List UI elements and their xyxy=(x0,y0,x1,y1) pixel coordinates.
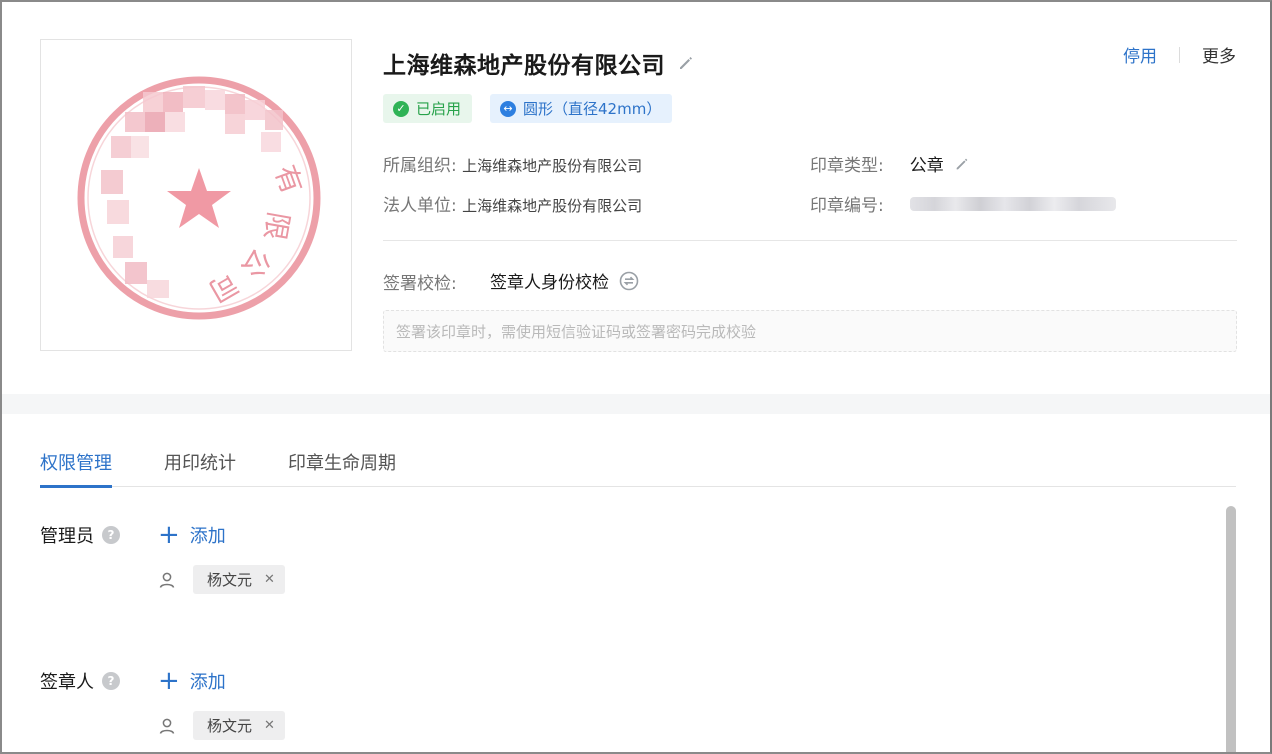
header-actions: 停用 更多 xyxy=(1123,42,1236,67)
user-icon xyxy=(158,571,176,589)
seal-char-3: 公 xyxy=(235,242,278,284)
code-info: 印章编号: xyxy=(810,191,1116,216)
pencil-icon[interactable] xyxy=(954,156,970,172)
scrollbar[interactable] xyxy=(1226,506,1236,752)
org-value: 上海维森地产股份有限公司 xyxy=(462,157,643,175)
seal-char-2: 限 xyxy=(258,209,295,242)
user-chip: 杨文元 ✕ xyxy=(193,565,285,594)
app-frame: 有 限 公 司 上海维森地产股份有限公司 停用 更多 ✓ 已启用 ↔ 圆形（直径… xyxy=(0,0,1272,754)
seal-graphic: 有 限 公 司 xyxy=(77,76,321,320)
plus-icon: + xyxy=(158,666,180,696)
org-label: 所属组织: xyxy=(383,156,457,176)
swap-icon[interactable] xyxy=(619,271,639,291)
badges: ✓ 已启用 ↔ 圆形（直径42mm） xyxy=(383,94,673,123)
legal-label: 法人单位: xyxy=(383,196,457,216)
verify-label: 签署校检: xyxy=(383,274,457,294)
add-signer-button[interactable]: + 添加 xyxy=(158,668,226,694)
more-button[interactable]: 更多 xyxy=(1202,42,1236,67)
help-icon[interactable]: ? xyxy=(102,526,120,544)
info-divider xyxy=(383,240,1237,241)
verify-value-row: 签章人身份校检 xyxy=(490,268,639,293)
legal-info: 法人单位: 上海维森地产股份有限公司 xyxy=(383,191,642,216)
verify-value: 签章人身份校检 xyxy=(490,273,609,293)
signers-label-row: 签章人 ? xyxy=(40,668,120,694)
user-chip-name: 杨文元 xyxy=(207,571,253,589)
plus-icon: + xyxy=(158,520,180,550)
add-admin-button[interactable]: + 添加 xyxy=(158,522,226,548)
status-badge: ✓ 已启用 xyxy=(383,94,473,123)
type-value: 公章 xyxy=(909,156,944,176)
actions-divider xyxy=(1179,46,1180,63)
org-info: 所属组织: 上海维森地产股份有限公司 xyxy=(383,151,642,176)
close-icon[interactable]: ✕ xyxy=(264,572,275,587)
user-chip-name: 杨文元 xyxy=(207,717,253,735)
tab-usage-stats[interactable]: 用印统计 xyxy=(164,449,236,487)
signers-label: 签章人 xyxy=(40,672,94,693)
signer-user-row: 杨文元 ✕ xyxy=(158,711,285,740)
code-value-redacted xyxy=(909,196,1116,211)
check-circle-icon: ✓ xyxy=(393,100,409,117)
add-admin-label: 添加 xyxy=(189,526,226,547)
disable-button[interactable]: 停用 xyxy=(1123,42,1157,67)
seal-char-1: 有 xyxy=(268,161,309,199)
verify-hint: 签署该印章时，需使用短信验证码或签署密码完成校验 xyxy=(383,310,1237,352)
close-icon[interactable]: ✕ xyxy=(264,718,275,733)
diameter-icon: ↔ xyxy=(500,100,517,117)
tab-bar: 权限管理 用印统计 印章生命周期 xyxy=(40,449,1236,488)
type-label: 印章类型: xyxy=(810,156,884,176)
tab-permissions[interactable]: 权限管理 xyxy=(40,449,112,488)
admins-label: 管理员 xyxy=(40,526,94,547)
status-badge-label: 已启用 xyxy=(416,100,462,118)
add-signer-label: 添加 xyxy=(189,672,226,693)
admin-user-row: 杨文元 ✕ xyxy=(158,565,285,594)
code-label: 印章编号: xyxy=(810,196,884,216)
admins-label-row: 管理员 ? xyxy=(40,522,120,548)
tab-lifecycle[interactable]: 印章生命周期 xyxy=(288,449,396,487)
seal-detail-header: 有 限 公 司 上海维森地产股份有限公司 停用 更多 ✓ 已启用 ↔ 圆形（直径… xyxy=(2,2,1270,394)
seal-image: 有 限 公 司 xyxy=(40,39,352,351)
legal-value: 上海维森地产股份有限公司 xyxy=(462,197,643,215)
seal-title: 上海维森地产股份有限公司 xyxy=(383,53,665,79)
section-gap xyxy=(2,394,1270,414)
pencil-icon[interactable] xyxy=(677,54,695,72)
user-icon xyxy=(158,717,176,735)
type-info: 印章类型: 公章 xyxy=(810,151,970,176)
user-chip: 杨文元 ✕ xyxy=(193,711,285,740)
shape-badge: ↔ 圆形（直径42mm） xyxy=(490,94,673,123)
title-row: 上海维森地产股份有限公司 xyxy=(383,46,695,80)
help-icon[interactable]: ? xyxy=(102,672,120,690)
shape-badge-label: 圆形（直径42mm） xyxy=(523,100,662,118)
